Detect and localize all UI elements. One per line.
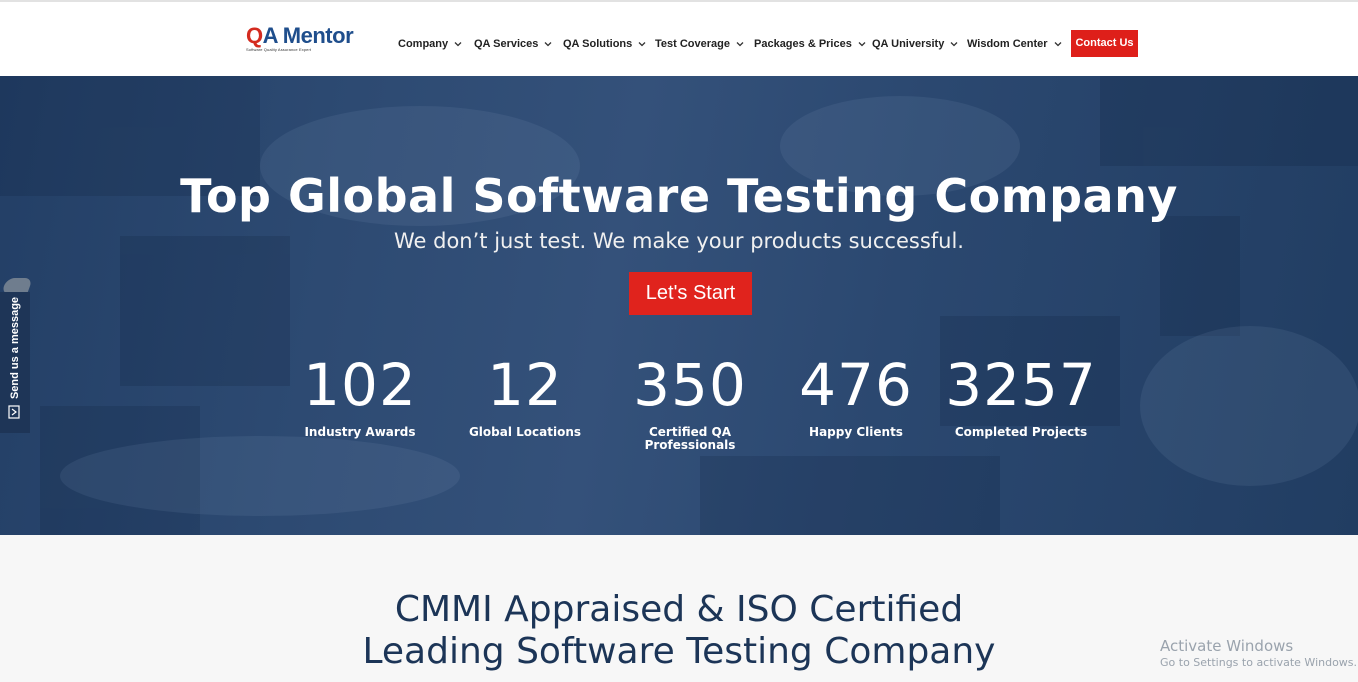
nav-item-wisdom-center[interactable]: Wisdom Center: [967, 37, 1062, 51]
nav-label: QA University: [872, 38, 945, 50]
stat-label: Industry Awards: [304, 425, 416, 439]
site-header: QA Mentor Software Quality Assurance Exp…: [0, 2, 1358, 76]
chevron-down-icon: [638, 42, 646, 47]
send-message-label: Send us a message: [9, 296, 21, 400]
nav-label: Company: [398, 38, 449, 50]
nav-item-qa-solutions[interactable]: QA Solutions: [563, 37, 646, 51]
nav-item-qa-university[interactable]: QA University: [872, 37, 958, 51]
stat-certified-qa-professionals: 350 Certified QA Professionals: [610, 352, 770, 452]
nav-label: Packages & Prices: [754, 38, 852, 50]
message-icon: [8, 405, 20, 419]
nav-item-qa-services[interactable]: QA Services: [474, 37, 552, 51]
certification-heading-line2: Leading Software Testing Company: [362, 631, 996, 672]
stat-label: Global Locations: [468, 425, 582, 439]
nav-item-packages-prices[interactable]: Packages & Prices: [754, 37, 866, 51]
main-nav: Company QA Services QA Solutions Test Co…: [0, 2, 1358, 76]
stat-label: Completed Projects: [954, 425, 1088, 439]
contact-us-button[interactable]: Contact Us: [1071, 30, 1138, 57]
watermark-title: Activate Windows: [1160, 637, 1294, 655]
chevron-down-icon: [1054, 42, 1062, 47]
stat-label-line2: Professionals: [644, 438, 736, 452]
hero-section: Top Global Software Testing Company We d…: [0, 76, 1358, 535]
nav-label: QA Services: [474, 38, 539, 50]
stat-label: Certified QA Professionals: [610, 426, 770, 452]
stat-value: 102: [303, 351, 417, 419]
stat-industry-awards: 102 Industry Awards: [280, 352, 440, 439]
chevron-down-icon: [736, 42, 744, 47]
chevron-down-icon: [454, 42, 462, 47]
chevron-down-icon: [544, 42, 552, 47]
stat-value: 350: [633, 351, 747, 419]
activate-windows-watermark: Activate Windows Go to Settings to activ…: [1160, 637, 1357, 670]
stat-value: 3257: [945, 351, 1097, 419]
hero-title: Top Global Software Testing Company: [180, 169, 1178, 223]
stat-happy-clients: 476 Happy Clients: [776, 352, 936, 439]
nav-label: Wisdom Center: [967, 38, 1048, 50]
nav-label: QA Solutions: [563, 38, 633, 50]
chevron-down-icon: [950, 42, 958, 47]
lets-start-button[interactable]: Let's Start: [629, 272, 752, 315]
hero-subtitle: We don’t just test. We make your product…: [394, 229, 964, 253]
certification-heading-line1: CMMI Appraised & ISO Certified: [394, 589, 964, 630]
stat-value: 476: [799, 351, 913, 419]
certification-section: CMMI Appraised & ISO Certified Leading S…: [0, 535, 1358, 682]
stat-completed-projects: 3257 Completed Projects: [941, 352, 1101, 439]
nav-label: Test Coverage: [655, 38, 730, 50]
chevron-down-icon: [858, 42, 866, 47]
stat-label: Happy Clients: [809, 425, 903, 439]
send-message-tab[interactable]: Send us a message: [0, 278, 33, 433]
nav-item-company[interactable]: Company: [398, 37, 462, 51]
stat-value: 12: [487, 351, 563, 419]
watermark-subtitle: Go to Settings to activate Windows.: [1160, 656, 1358, 669]
stat-global-locations: 12 Global Locations: [445, 352, 605, 439]
nav-item-test-coverage[interactable]: Test Coverage: [655, 37, 744, 51]
